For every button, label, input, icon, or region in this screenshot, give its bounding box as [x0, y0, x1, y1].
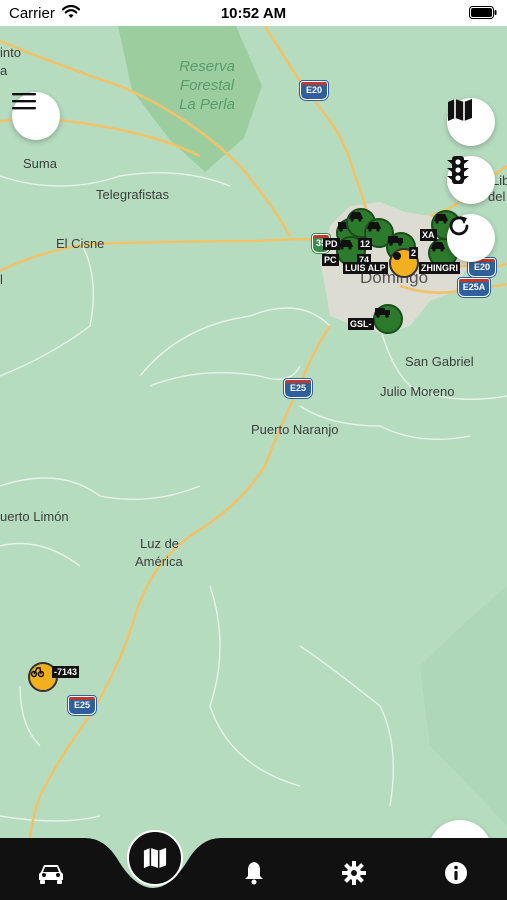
place-label: Julio Moreno: [380, 384, 455, 399]
vehicle-plate: 12: [358, 238, 373, 250]
tab-vehicles[interactable]: [31, 853, 71, 893]
car-icon: [339, 240, 353, 250]
tab-alerts[interactable]: [234, 853, 274, 893]
place-label: San Gabriel: [405, 354, 474, 369]
traffic-button[interactable]: [447, 156, 495, 204]
info-icon: [445, 862, 467, 884]
car-icon: [39, 865, 63, 884]
map-view[interactable]: Reserva Forestal La Perla into a Suma Te…: [0, 26, 507, 900]
battery-icon: [469, 6, 497, 24]
vehicle-plate: ZHINGRI: [419, 262, 460, 274]
clock: 10:52 AM: [220, 5, 287, 22]
vehicle-plate: -7143: [52, 666, 80, 678]
car-icon: [431, 242, 445, 252]
bell-icon: [245, 862, 263, 885]
vehicle-plate: PC: [322, 254, 339, 266]
place-label: Suma: [23, 156, 57, 171]
vehicle-plate: XA: [420, 229, 437, 241]
vehicle-plate: PD: [323, 238, 340, 250]
highway-shield: E25: [68, 696, 96, 715]
place-label: uerto Limón: [0, 509, 69, 524]
traffic-light-icon: [447, 156, 469, 184]
status-bar: Carrier 10:52 AM: [0, 0, 507, 26]
place-label: a: [0, 63, 8, 78]
forest-label-line-1: Reserva: [179, 58, 235, 75]
tab-bar: [0, 838, 507, 900]
map-layers-button[interactable]: [447, 98, 495, 146]
hamburger-icon: [12, 93, 36, 110]
truck-icon: [375, 308, 390, 318]
truck-icon: [388, 236, 403, 246]
refresh-icon: [449, 216, 469, 236]
place-label: Telegrafistas: [96, 187, 169, 202]
car-icon: [349, 212, 363, 222]
tab-map[interactable]: [127, 830, 183, 886]
vehicle-plate: GSL-: [348, 318, 374, 330]
place-label: Puerto Naranjo: [251, 422, 339, 437]
highway-shield: E25: [284, 379, 312, 398]
location-dot-icon: [393, 252, 401, 260]
menu-button[interactable]: [12, 92, 60, 140]
vehicle-marker[interactable]: [373, 304, 403, 334]
tab-settings[interactable]: [334, 853, 374, 893]
map-icon: [448, 99, 472, 121]
highway-shield: E20: [300, 81, 328, 100]
forest-label: Reserva Forestal La Perla: [168, 57, 246, 114]
map-icon: [143, 847, 167, 869]
place-label: Luz de: [140, 536, 180, 551]
vehicle-plate: LUIS ALP: [343, 262, 388, 274]
place-label: América: [135, 554, 183, 569]
highway-shield: E25A: [458, 278, 490, 297]
forest-label-line-2: Forestal: [179, 77, 235, 94]
place-label: El Cisne: [56, 236, 105, 251]
forest-label-line-3: La Perla: [179, 96, 235, 113]
moto-icon: [30, 667, 44, 678]
tab-info[interactable]: [436, 853, 476, 893]
map-canvas: [0, 26, 507, 887]
place-label: into: [0, 45, 21, 60]
car-icon: [367, 222, 381, 232]
gear-icon: [342, 861, 366, 885]
vehicle-plate: 2: [409, 247, 419, 259]
place-label: l: [0, 272, 3, 287]
refresh-button[interactable]: [447, 214, 495, 262]
